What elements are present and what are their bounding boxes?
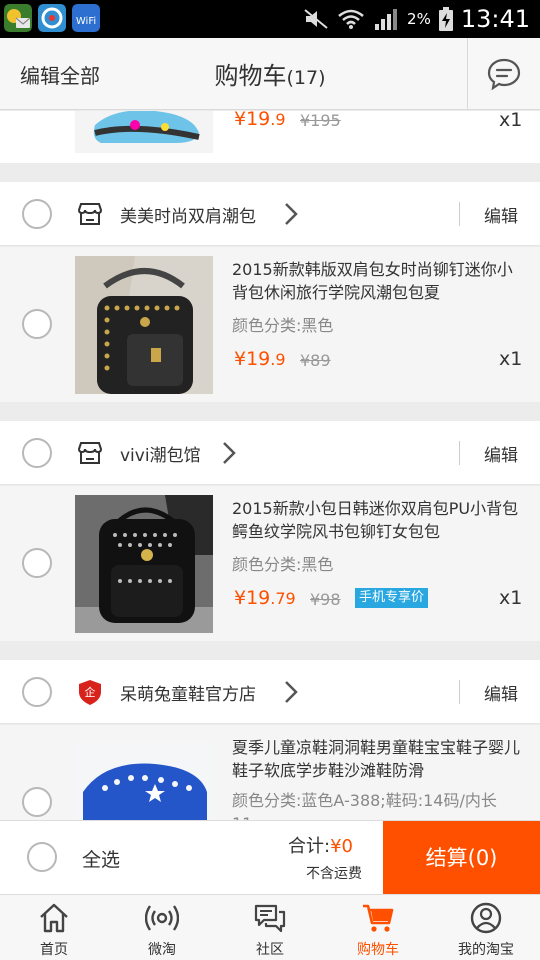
checkout-button[interactable]: 结算(0) <box>383 821 540 895</box>
cart-header: 编辑全部 购物车(17) <box>0 38 540 110</box>
product-image-sandals[interactable] <box>75 111 213 153</box>
broadcast-icon <box>145 905 179 931</box>
store-icon <box>77 442 103 464</box>
tab-cart[interactable]: 购物车 <box>324 895 432 960</box>
shop-header[interactable]: 企 呆萌兔童鞋官方店 编辑 <box>0 660 540 724</box>
item-title[interactable]: 2015新款小包日韩迷你双肩包PU小背包鳄鱼纹学院风书包铆钉女包包 <box>232 497 527 543</box>
shop-select-checkbox[interactable] <box>22 438 52 468</box>
tab-label: 购物车 <box>357 942 399 958</box>
tab-home[interactable]: 首页 <box>0 895 108 960</box>
select-all-checkbox[interactable] <box>27 842 57 872</box>
profile-icon <box>470 902 502 934</box>
page-title-text: 购物车 <box>214 62 287 90</box>
battery-percent: 2% <box>407 10 431 28</box>
tab-label: 我的淘宝 <box>458 942 514 958</box>
total-amount: ¥0 <box>330 836 353 857</box>
chevron-right-icon[interactable] <box>284 680 298 704</box>
wifi-signal-icon <box>338 9 364 29</box>
shop-name[interactable]: 呆萌兔童鞋官方店 <box>120 680 256 705</box>
cart-count: (17) <box>286 67 326 89</box>
chat-bubbles-icon <box>254 904 286 933</box>
mail-notification-icon <box>4 4 32 32</box>
cell-signal-icon <box>375 9 398 30</box>
cart-item[interactable]: 2015新款小包日韩迷你双肩包PU小背包鳄鱼纹学院风书包铆钉女包包 颜色分类:黑… <box>0 486 540 641</box>
cart-item[interactable]: 夏季儿童凉鞋洞洞鞋男童鞋宝宝鞋子婴儿鞋子软底学步鞋沙滩鞋防滑 颜色分类:蓝色A-… <box>0 725 540 820</box>
cart-list[interactable]: ¥19.9 ¥195 x1 美美时尚双肩潮包 编辑 2015新款韩版双肩包女时尚… <box>0 111 540 820</box>
taobao-notification-icon <box>38 4 66 32</box>
item-price-decimal: .9 <box>270 350 286 369</box>
shop-select-checkbox[interactable] <box>22 199 52 229</box>
chevron-right-icon[interactable] <box>222 441 236 465</box>
item-original-price: ¥98 <box>310 590 341 609</box>
item-sku: 颜色分类:黑色 <box>232 316 334 335</box>
product-image-backpack[interactable] <box>75 495 213 633</box>
svg-text:企: 企 <box>85 685 96 699</box>
item-select-checkbox[interactable] <box>22 548 52 578</box>
item-price-int: ¥19 <box>234 111 271 130</box>
select-all-label[interactable]: 全选 <box>82 845 120 872</box>
shop-name[interactable]: 美美时尚双肩潮包 <box>120 202 256 227</box>
item-original-price: ¥89 <box>300 351 331 370</box>
shop-name[interactable]: vivi潮包馆 <box>120 441 201 466</box>
chevron-right-icon[interactable] <box>284 202 298 226</box>
item-price: ¥19.9 <box>234 111 286 130</box>
product-image-backpack[interactable] <box>75 256 213 394</box>
item-price-int: ¥19 <box>234 348 271 370</box>
svg-text:WiFi: WiFi <box>76 16 96 27</box>
item-sku: 颜色分类:黑色 <box>232 555 334 574</box>
divider <box>459 202 460 226</box>
message-icon[interactable] <box>486 56 522 92</box>
total-label: 合计: <box>288 836 331 857</box>
item-price: ¥19.9 <box>234 348 286 370</box>
divider <box>459 441 460 465</box>
clock: 13:41 <box>460 5 530 33</box>
item-quantity: x1 <box>499 348 523 370</box>
home-icon <box>40 903 68 933</box>
store-icon <box>77 203 103 225</box>
tab-label: 微淘 <box>148 942 176 958</box>
mute-icon <box>304 9 328 29</box>
item-price-decimal: .9 <box>270 111 286 129</box>
shipping-note: 不含运费 <box>306 866 362 882</box>
total: 合计:¥0 <box>288 832 353 858</box>
mobile-exclusive-badge: 手机专享价 <box>355 588 429 608</box>
shop-header[interactable]: 美美时尚双肩潮包 编辑 <box>0 182 540 246</box>
status-bar: WiFi 2% 13:41 <box>0 0 540 38</box>
tab-my-taobao[interactable]: 我的淘宝 <box>432 895 540 960</box>
tab-weitao[interactable]: 微淘 <box>108 895 216 960</box>
shop-header[interactable]: vivi潮包馆 编辑 <box>0 421 540 485</box>
tab-community[interactable]: 社区 <box>216 895 324 960</box>
shop-edit-button[interactable]: 编辑 <box>484 202 518 227</box>
item-title[interactable]: 夏季儿童凉鞋洞洞鞋男童鞋宝宝鞋子婴儿鞋子软底学步鞋沙滩鞋防滑 <box>232 736 527 782</box>
product-image-kids-sandals[interactable] <box>75 742 213 820</box>
item-price: ¥19.79 <box>234 587 296 609</box>
page-title: 购物车(17) <box>0 56 540 91</box>
divider <box>459 680 460 704</box>
tab-label: 首页 <box>40 942 68 958</box>
cart-item[interactable]: 2015新款韩版双肩包女时尚铆钉迷你小背包休闲旅行学院风潮包包夏 颜色分类:黑色… <box>0 247 540 402</box>
shop-select-checkbox[interactable] <box>22 677 52 707</box>
shop-edit-button[interactable]: 编辑 <box>484 441 518 466</box>
battery-charging-icon <box>438 7 453 31</box>
item-sku: 颜色分类:蓝色A-388;鞋码:14码/内长11cm <box>232 791 497 820</box>
item-quantity: x1 <box>499 111 523 131</box>
item-original-price: ¥195 <box>300 111 341 130</box>
shop-edit-button[interactable]: 编辑 <box>484 680 518 705</box>
item-title[interactable]: 2015新款韩版双肩包女时尚铆钉迷你小背包休闲旅行学院风潮包包夏 <box>232 258 527 304</box>
item-price-int: ¥19 <box>234 587 271 609</box>
tmall-shield-icon: 企 <box>79 680 101 705</box>
cart-item-partial[interactable]: ¥19.9 ¥195 x1 <box>0 111 540 163</box>
item-select-checkbox[interactable] <box>22 787 52 817</box>
item-select-checkbox[interactable] <box>22 309 52 339</box>
item-price-decimal: .79 <box>270 589 296 608</box>
item-quantity: x1 <box>499 587 523 609</box>
checkout-bar: 全选 合计:¥0 不含运费 结算(0) <box>0 820 540 895</box>
wifi-app-icon: WiFi <box>72 4 100 32</box>
header-divider <box>467 38 468 110</box>
tab-label: 社区 <box>256 942 284 958</box>
cart-icon <box>363 904 394 932</box>
bottom-tab-bar: 首页 微淘 社区 购物车 我的淘宝 <box>0 894 540 960</box>
